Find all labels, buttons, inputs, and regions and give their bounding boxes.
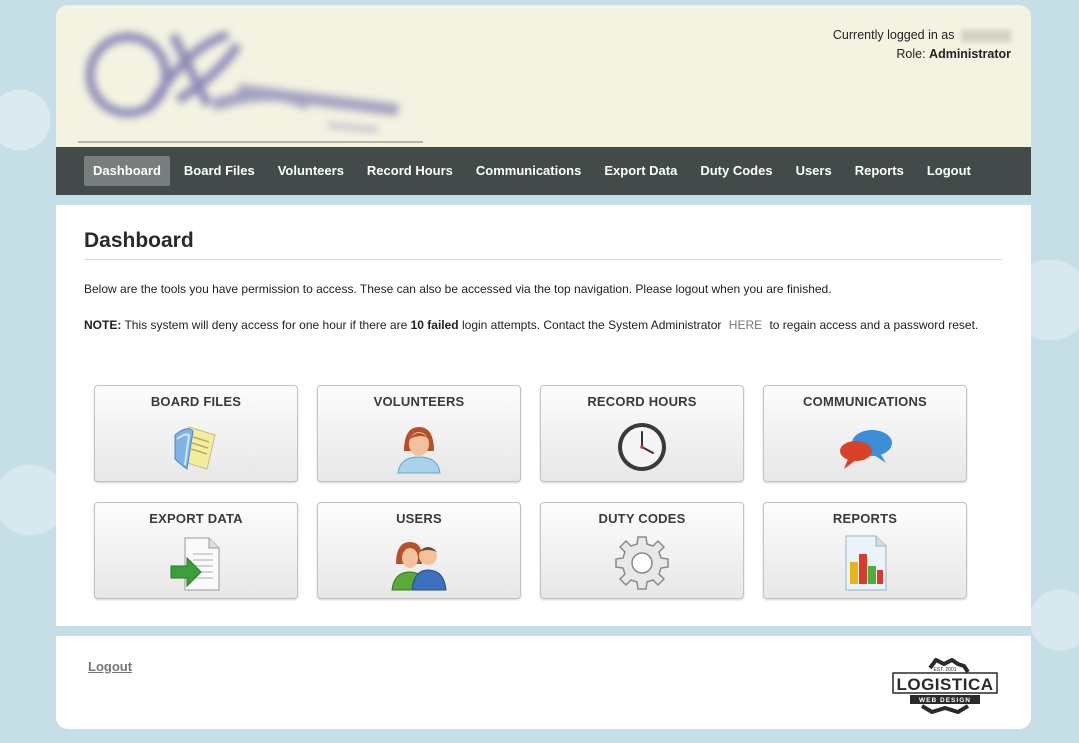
nav-communications[interactable]: Communications [467,156,590,186]
tile-reports[interactable]: REPORTS [763,502,967,599]
nav-users[interactable]: Users [787,156,841,186]
note-text-3: to regain access and a password reset. [769,318,979,332]
tile-users[interactable]: USERS [317,502,521,599]
site-logo-image [85,30,399,133]
site-logo[interactable] [78,15,423,143]
tile-record-hours[interactable]: RECORD HOURS [540,385,744,482]
logged-in-label: Currently logged in as [832,28,955,42]
report-chart-icon [845,535,887,591]
tile-label: REPORTS [832,511,898,526]
note-text-1: This system will deny access for one hou… [124,318,408,332]
username-redacted [961,29,1011,42]
login-info: Currently logged in as Role: Administrat… [833,26,1011,64]
footer-logout-link[interactable]: Logout [88,659,132,674]
note-bold: 10 failed [410,318,459,332]
tile-label: COMMUNICATIONS [803,394,927,409]
nav-dashboard[interactable]: Dashboard [84,156,170,186]
logistica-logo[interactable]: EST. 2001 LOGISTICA WEB DESIGN [892,658,998,714]
lockout-note: NOTE: This system will deny access for o… [84,316,1002,335]
chat-bubbles-icon [840,430,892,469]
note-text-2: login attempts. Contact the System Admin… [461,318,722,332]
role-value: Administrator [929,47,1011,61]
clock-icon [618,423,666,471]
nav-reports[interactable]: Reports [846,156,913,186]
gear-icon [615,536,669,590]
users-icon [391,542,447,591]
nav-export-data[interactable]: Export Data [595,156,686,186]
tile-communications[interactable]: COMMUNICATIONS [763,385,967,482]
main-content: Dashboard Below are the tools you have p… [56,205,1031,626]
nav-duty-codes[interactable]: Duty Codes [691,156,781,186]
note-label: NOTE: [84,318,122,332]
page-title: Dashboard [84,229,1002,260]
nav-logout[interactable]: Logout [918,156,980,186]
intro-text: Below are the tools you have permission … [84,282,832,296]
site-footer: Logout EST. 2001 LOGISTICA WEB DESIGN [56,636,1031,729]
brand-name: LOGISTICA [896,675,993,694]
tile-export-data[interactable]: EXPORT DATA [94,502,298,599]
nav-volunteers[interactable]: Volunteers [269,156,353,186]
tile-board-files[interactable]: BOARD FILES [94,385,298,482]
brand-est: EST. 2001 [933,667,956,673]
app-frame: Currently logged in as Role: Administrat… [56,5,1031,729]
role-label: Role: [896,47,926,61]
tool-grid: BOARD FILES VOLUNTEERS RECORD HOURS COMM… [94,385,967,599]
export-document-icon [170,537,220,591]
tile-label: BOARD FILES [150,394,242,409]
tile-volunteers[interactable]: VOLUNTEERS [317,385,521,482]
tile-label: DUTY CODES [598,511,686,526]
tile-duty-codes[interactable]: DUTY CODES [540,502,744,599]
volunteer-icon [397,427,441,474]
site-header: Currently logged in as Role: Administrat… [56,5,1031,147]
tile-label: RECORD HOURS [587,394,697,409]
folder-icon [174,426,216,470]
nav-record-hours[interactable]: Record Hours [358,156,462,186]
tile-label: VOLUNTEERS [373,394,465,409]
brand-tagline: WEB DESIGN [919,697,971,704]
top-navigation: Dashboard Board Files Volunteers Record … [56,147,1031,195]
nav-board-files[interactable]: Board Files [175,156,264,186]
tile-label: USERS [396,511,442,526]
contact-admin-link[interactable]: HERE [729,318,762,332]
tile-label: EXPORT DATA [149,511,243,526]
